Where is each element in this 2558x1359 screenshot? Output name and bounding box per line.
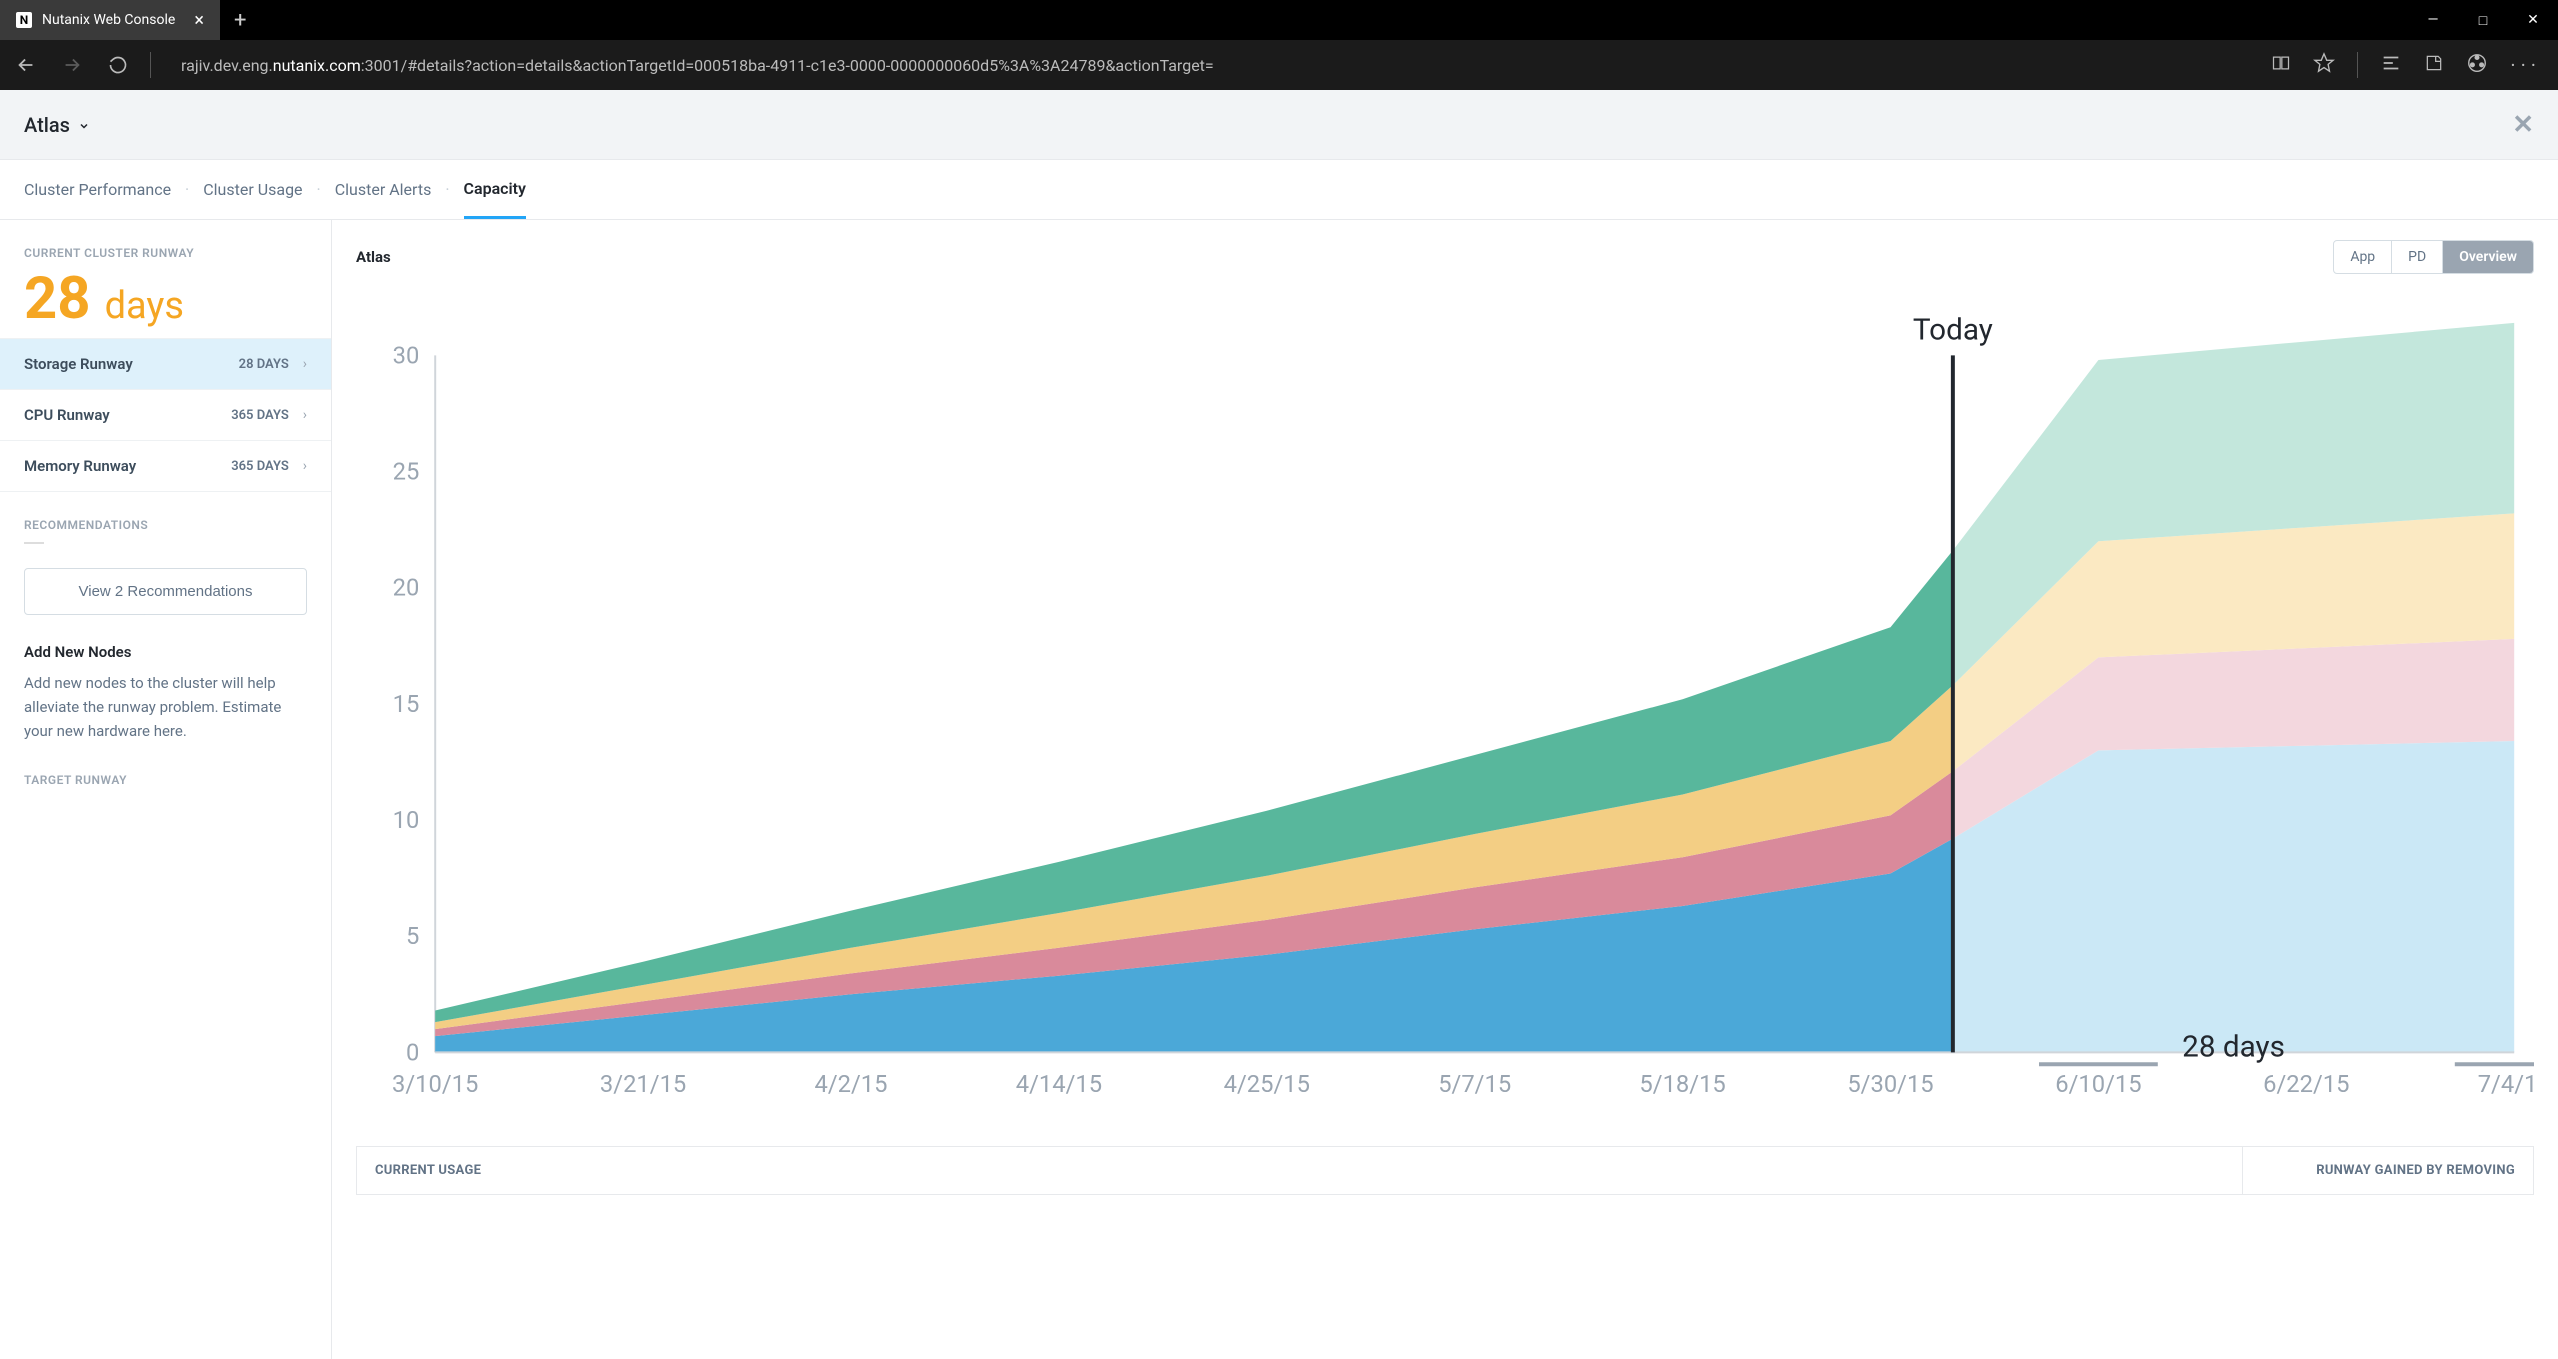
- refresh-button[interactable]: [104, 55, 132, 75]
- chevron-right-icon: ›: [303, 407, 307, 423]
- table-col-current-usage: CURRENT USAGE: [357, 1147, 2243, 1194]
- minimize-button[interactable]: —: [2408, 0, 2458, 40]
- tab-separator: ·: [445, 180, 449, 199]
- hub-icon[interactable]: [2380, 52, 2402, 79]
- svg-text:30: 30: [393, 341, 420, 369]
- runway-days: 365 DAYS: [231, 408, 289, 423]
- runway-item-cpu-runway[interactable]: CPU Runway 365 DAYS ›: [0, 390, 331, 441]
- svg-text:6/22/15: 6/22/15: [2263, 1070, 2349, 1098]
- runway-number: 28: [24, 270, 91, 328]
- svg-text:4/14/15: 4/14/15: [1016, 1070, 1102, 1098]
- nav-separator-2: [2357, 52, 2358, 78]
- capacity-chart: 0 5 10 15 20 25 30 3/10/15 3/21/15 4/2/15 4/14/15 4…: [356, 296, 2534, 1128]
- share-icon[interactable]: [2466, 52, 2488, 79]
- maximize-button[interactable]: □: [2458, 0, 2508, 40]
- svg-text:5/7/15: 5/7/15: [1438, 1070, 1511, 1098]
- browser-tab[interactable]: N Nutanix Web Console ×: [0, 0, 220, 40]
- cluster-name-label: Atlas: [24, 113, 70, 137]
- chevron-down-icon: [78, 113, 90, 137]
- nav-separator: [150, 52, 151, 78]
- runway-big-number: 28 days: [0, 270, 331, 338]
- view-app[interactable]: App: [2334, 241, 2391, 273]
- tab-title: Nutanix Web Console: [42, 12, 175, 28]
- tab-capacity[interactable]: Capacity: [464, 161, 526, 219]
- reading-view-icon[interactable]: [2271, 53, 2291, 78]
- runway-item-storage-runway[interactable]: Storage Runway 28 DAYS ›: [0, 338, 331, 390]
- more-icon[interactable]: · · ·: [2510, 53, 2536, 77]
- svg-text:6/10/15: 6/10/15: [2055, 1070, 2141, 1098]
- svg-text:3/10/15: 3/10/15: [392, 1070, 478, 1098]
- add-nodes-text: Add new nodes to the cluster will help a…: [24, 671, 307, 743]
- svg-text:Today: Today: [1913, 313, 1993, 348]
- favicon-icon: N: [16, 12, 32, 28]
- view-recommendations-button[interactable]: View 2 Recommendations: [24, 568, 307, 615]
- note-icon[interactable]: [2424, 53, 2444, 78]
- close-tab-icon[interactable]: ×: [194, 10, 204, 31]
- svg-text:0: 0: [406, 1038, 419, 1066]
- svg-text:25: 25: [393, 457, 420, 485]
- svg-text:28 days: 28 days: [2182, 1029, 2285, 1064]
- chevron-right-icon: ›: [303, 458, 307, 474]
- svg-text:10: 10: [393, 806, 420, 834]
- url-prefix: rajiv.dev.eng.: [181, 56, 273, 75]
- close-window-button[interactable]: ✕: [2508, 0, 2558, 40]
- runway-label: Storage Runway: [24, 355, 133, 373]
- svg-text:4/25/15: 4/25/15: [1224, 1070, 1310, 1098]
- section-title-target: TARGET RUNWAY: [24, 773, 307, 787]
- tab-cluster-alerts[interactable]: Cluster Alerts: [335, 162, 432, 217]
- runway-item-memory-runway[interactable]: Memory Runway 365 DAYS ›: [0, 441, 331, 492]
- tab-separator: ·: [317, 180, 321, 199]
- runway-label: Memory Runway: [24, 457, 136, 475]
- svg-text:15: 15: [393, 690, 420, 718]
- view-toggle: AppPDOverview: [2333, 240, 2534, 274]
- runway-days: 28 DAYS: [239, 357, 289, 372]
- svg-text:5: 5: [406, 922, 419, 950]
- svg-text:5/18/15: 5/18/15: [1639, 1070, 1725, 1098]
- main-panel: Atlas AppPDOverview 0 5 10 15 20 25 30 3/10/15 3…: [332, 220, 2558, 1359]
- close-panel-icon[interactable]: ✕: [2512, 110, 2534, 140]
- runway-unit: days: [105, 284, 184, 328]
- cluster-dropdown[interactable]: Atlas: [24, 113, 90, 137]
- url-domain: nutanix.com: [273, 56, 361, 75]
- tab-cluster-usage[interactable]: Cluster Usage: [203, 162, 302, 217]
- back-button[interactable]: [12, 54, 40, 76]
- cluster-tabs: Cluster Performance · Cluster Usage · Cluste…: [0, 160, 2558, 220]
- view-overview[interactable]: Overview: [2442, 241, 2533, 273]
- view-pd[interactable]: PD: [2391, 241, 2442, 273]
- runway-label: CPU Runway: [24, 406, 110, 424]
- section-title-reco: RECOMMENDATIONS: [24, 518, 307, 532]
- add-nodes-title: Add New Nodes: [24, 643, 307, 661]
- divider: [24, 542, 44, 544]
- sidebar: CURRENT CLUSTER RUNWAY 28 days Storage R…: [0, 220, 332, 1359]
- svg-text:7/4/15: 7/4/15: [2478, 1070, 2534, 1098]
- tab-cluster-performance[interactable]: Cluster Performance: [24, 162, 171, 217]
- main-title: Atlas: [356, 248, 391, 266]
- chevron-right-icon: ›: [303, 356, 307, 372]
- runway-days: 365 DAYS: [231, 459, 289, 474]
- url-path: :3001/#details?action=details&actionTarg…: [361, 56, 1214, 75]
- usage-table-header: CURRENT USAGE RUNWAY GAINED BY REMOVING: [356, 1146, 2534, 1195]
- new-tab-button[interactable]: +: [220, 8, 260, 33]
- tab-separator: ·: [185, 180, 189, 199]
- forward-button[interactable]: [58, 54, 86, 76]
- svg-text:20: 20: [393, 574, 420, 602]
- svg-text:5/30/15: 5/30/15: [1847, 1070, 1933, 1098]
- favorite-icon[interactable]: [2313, 52, 2335, 79]
- svg-text:3/21/15: 3/21/15: [600, 1070, 686, 1098]
- address-bar[interactable]: rajiv.dev.eng.nutanix.com:3001/#details?…: [169, 56, 2253, 75]
- svg-text:4/2/15: 4/2/15: [814, 1070, 887, 1098]
- table-col-runway-gained: RUNWAY GAINED BY REMOVING: [2243, 1147, 2533, 1194]
